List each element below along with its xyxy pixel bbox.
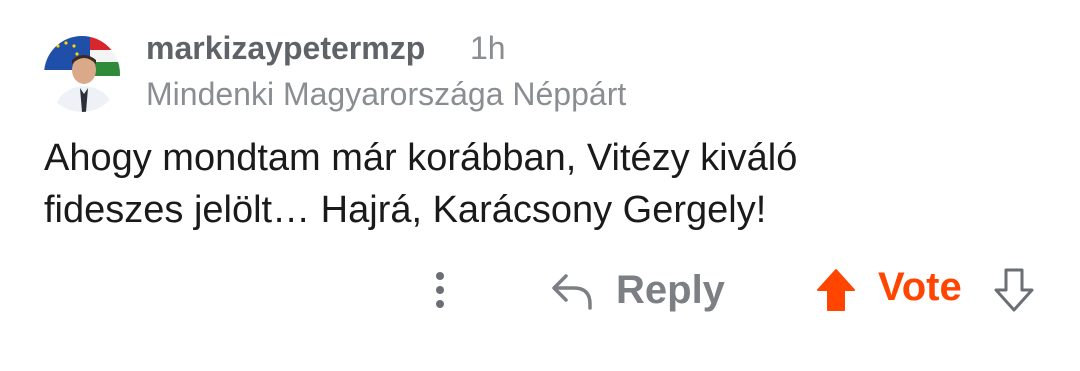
- avatar[interactable]: [44, 36, 120, 112]
- reply-button[interactable]: Reply: [548, 262, 725, 318]
- username[interactable]: markizaypetermzp: [146, 30, 425, 67]
- reply-arrow-icon: [548, 268, 594, 312]
- user-flair: Mindenki Magyarországa Néppárt: [146, 76, 627, 112]
- timestamp: 1h: [470, 30, 506, 66]
- comment-body: Ahogy mondtam már korábban, Vitézy kivál…: [44, 132, 1024, 236]
- comment-body-line: Ahogy mondtam már korábban, Vitézy kivál…: [44, 137, 798, 179]
- upvote-arrow-icon[interactable]: [814, 266, 858, 314]
- more-vertical-icon[interactable]: [424, 268, 456, 312]
- reply-label: Reply: [616, 267, 725, 312]
- vote-label: Vote: [878, 265, 962, 309]
- comment-body-line: fideszes jelölt… Hajrá, Karácsony Gergel…: [44, 189, 767, 231]
- comment-card: markizaypetermzp 1h Mindenki Magyarorszá…: [0, 0, 1080, 371]
- downvote-arrow-icon[interactable]: [992, 266, 1036, 314]
